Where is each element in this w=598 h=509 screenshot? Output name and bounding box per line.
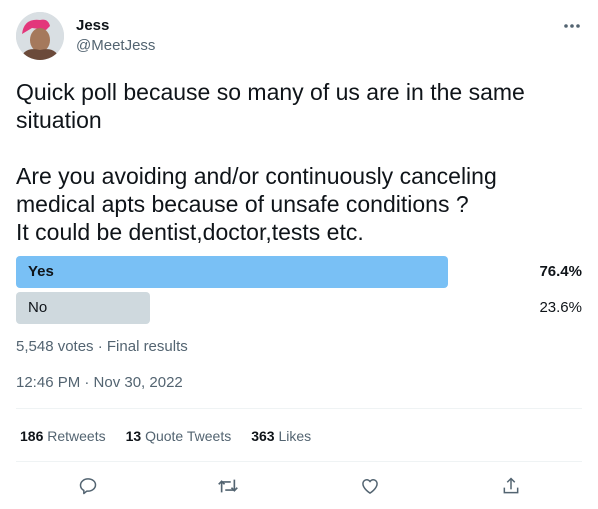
poll-summary: 5,548 votes · Final results bbox=[16, 338, 188, 355]
avatar[interactable] bbox=[16, 12, 64, 60]
tweet-text: Quick poll because so many of us are in … bbox=[16, 79, 525, 245]
avatar-image bbox=[16, 12, 64, 60]
share-icon bbox=[503, 477, 519, 494]
reply-button[interactable] bbox=[74, 472, 102, 500]
retweet-icon bbox=[218, 479, 238, 493]
poll-option-percent: 76.4% bbox=[539, 263, 582, 280]
poll: Yes 76.4% No 23.6% bbox=[16, 256, 582, 328]
author-name[interactable]: Jess bbox=[76, 17, 109, 34]
divider bbox=[16, 461, 582, 462]
retweet-button[interactable] bbox=[214, 472, 242, 500]
tweet-stats: 186 Retweets 13 Quote Tweets 363 Likes bbox=[20, 428, 311, 444]
likes-label: Likes bbox=[278, 428, 312, 444]
more-icon bbox=[564, 24, 580, 28]
poll-option-no: No 23.6% bbox=[16, 292, 582, 324]
poll-option-percent: 23.6% bbox=[539, 299, 582, 316]
more-options-button[interactable] bbox=[552, 12, 592, 40]
reply-icon bbox=[79, 478, 97, 495]
likes-stat[interactable]: 363 Likes bbox=[251, 428, 311, 444]
quote-tweets-stat[interactable]: 13 Quote Tweets bbox=[126, 428, 232, 444]
retweets-label: Retweets bbox=[47, 428, 106, 444]
quote-tweets-count: 13 bbox=[125, 428, 142, 444]
divider bbox=[16, 408, 582, 409]
quote-tweets-label: Quote Tweets bbox=[145, 428, 232, 444]
poll-option-label: Yes bbox=[28, 263, 54, 280]
likes-count: 363 bbox=[251, 428, 275, 444]
poll-option-yes: Yes 76.4% bbox=[16, 256, 582, 288]
tweet-actions bbox=[16, 472, 582, 500]
tweet-timestamp[interactable]: 12:46 PM · Nov 30, 2022 bbox=[16, 374, 183, 391]
like-icon bbox=[362, 479, 378, 494]
retweets-count: 186 bbox=[20, 428, 44, 444]
like-button[interactable] bbox=[356, 472, 384, 500]
share-button[interactable] bbox=[497, 472, 525, 500]
author-handle[interactable]: @MeetJess bbox=[76, 37, 155, 54]
retweets-stat[interactable]: 186 Retweets bbox=[20, 428, 106, 444]
poll-bar-yes bbox=[16, 256, 448, 288]
poll-option-label: No bbox=[28, 299, 48, 316]
